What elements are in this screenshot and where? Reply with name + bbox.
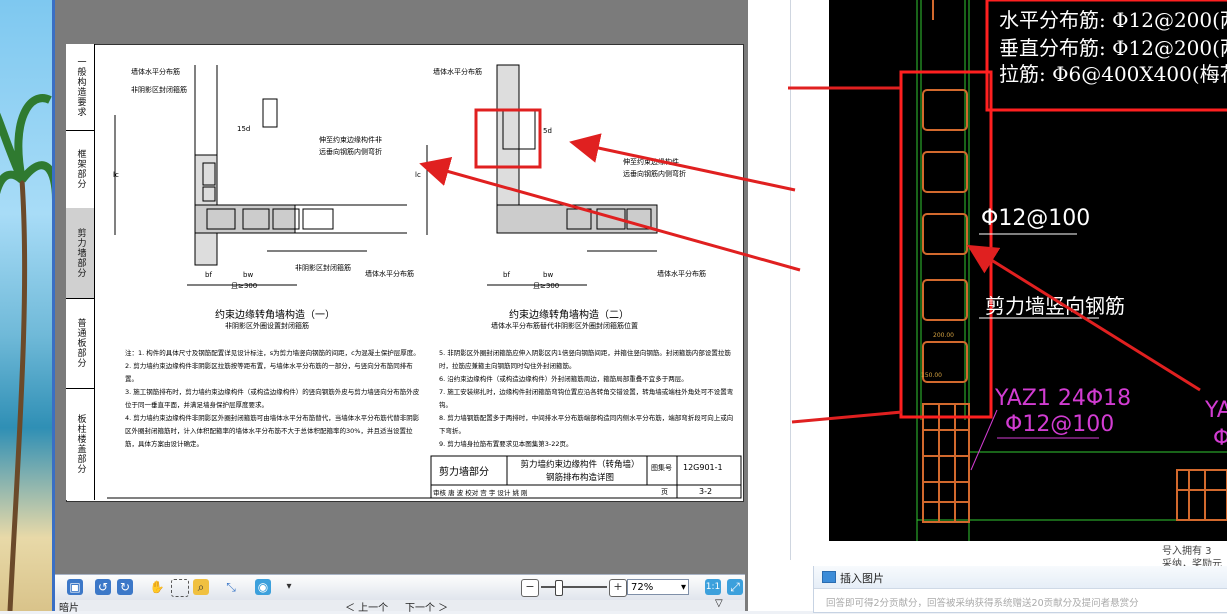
- titleblock-atlas-no: 12G901-1: [683, 463, 723, 472]
- zoom-slider-track[interactable]: [541, 586, 607, 588]
- titleblock-name-1: 剪力墙约束边缘构件（转角墙）: [520, 460, 640, 470]
- dim-5d: 5d: [543, 127, 552, 135]
- label-alt-left: 伸至约束边缘构件非: [319, 136, 382, 144]
- cad-vertical-rebar-label: 剪力墙竖向钢筋: [985, 294, 1125, 318]
- titleblock-name-2: 钢筋排布构造详图: [545, 473, 614, 483]
- rotate-left-icon[interactable]: ↺: [95, 579, 111, 595]
- dim-lc-right: lc: [415, 171, 421, 179]
- dim-ge300-right: 且≥300: [533, 282, 560, 290]
- titleblock-page-label: 页: [661, 488, 668, 496]
- drawing-left-title: 约束边缘转角墙构造（一）: [215, 310, 335, 321]
- viewer-statusbar: 暗片 ＜ 上一个 下一个 ＞ ▽: [55, 598, 745, 614]
- notes-right: 5. 非阴影区外圈封闭箍筋应伸入阴影区内1倍竖向钢筋间距，并箍住竖向钢筋。封闭箍…: [439, 347, 735, 451]
- desktop-wallpaper: [0, 0, 56, 611]
- fit-window-icon[interactable]: ⤢: [727, 579, 743, 595]
- next-button[interactable]: 下一个 ＞: [405, 599, 448, 614]
- label-alt-right: 伸至约束边缘构件: [623, 158, 679, 166]
- side-tab-frame[interactable]: 框架部分: [66, 130, 94, 209]
- note-item: 9. 剪力墙身拉筋布置要求见本图集第3-22页。: [439, 440, 573, 448]
- actual-size-icon[interactable]: 1:1: [705, 579, 721, 595]
- cad-screenshot: 水平分布筋: Φ12@200(两排 垂直分布筋: Φ12@200(两排 拉筋: …: [829, 0, 1227, 541]
- cad-yaz-stirrup-label: Φ12@100: [1005, 412, 1115, 437]
- dim-bf-right: bf: [503, 271, 510, 279]
- label-horiz-rebar-left: 墙体水平分布筋: [131, 68, 180, 76]
- image-icon: [822, 571, 836, 583]
- drawing-page: 墙体水平分布筋 非阴影区封闭箍筋 伸至约束边缘构件非 远垂向钢筋内侧弯折 非阴影…: [66, 44, 744, 502]
- zoom-in-button[interactable]: +: [609, 579, 627, 597]
- rotate-right-icon[interactable]: ↻: [117, 579, 133, 595]
- cad-phi-label: Φ12@100: [981, 206, 1091, 231]
- dim-15d: 15d: [237, 125, 251, 133]
- answer-hint-text[interactable]: 回答即可得2分贡献分，回答被采纳获得系统赠送20贡献分及提问者悬赏分: [826, 595, 1139, 609]
- cad-ya-right-label: YA: [1205, 398, 1227, 423]
- drawing-left-subtitle: 非阴影区外圈设置封闭箍筋: [225, 322, 309, 330]
- note-item: 8. 剪力墙钢筋配置多于两排时，中间排水平分布筋端部构造同内侧水平分布筋，端部弯…: [439, 414, 734, 435]
- label-wall-horiz-left: 墙体水平分布筋: [365, 270, 414, 278]
- cad-tie-text: 拉筋: Φ6@400X400(梅花布: [999, 62, 1227, 86]
- zoom-select[interactable]: 72% ▾: [627, 579, 689, 595]
- titleblock-review-row: 审核 唐 波 校对 宫 宇 设计 姚 刚: [433, 489, 528, 497]
- label-alt2-left: 远垂向钢筋内侧弯折: [319, 148, 382, 156]
- drawing-right-subtitle: 墙体水平分布筋替代非阴影区外圈封闭箍筋位置: [491, 322, 638, 330]
- palm-tree-icon: [0, 94, 56, 611]
- cad-highlight-box: [899, 70, 993, 419]
- label-horiz-rebar-right: 墙体水平分布筋: [433, 68, 482, 76]
- zoom-out-button[interactable]: −: [521, 579, 539, 597]
- side-tabs: 一般构造要求 框架部分 剪力墙部分 普通板部分 板柱楼盖部分: [66, 44, 95, 500]
- viewer-toolbar: ▣ ↺ ↻ ✋ ⌕ ⤡ ◉ ▾ − + 72% ▾ 1:1 ⤢: [55, 574, 745, 601]
- note-item: 4. 剪力墙约束边缘构件非阴影区外圈封闭箍筋可由墙体水平分布筋替代，当墙体水平分…: [125, 414, 420, 448]
- chevron-down-icon: ▾: [680, 582, 686, 593]
- hand-tool-icon[interactable]: ✋: [149, 579, 165, 595]
- prev-button[interactable]: ＜ 上一个: [345, 599, 388, 614]
- side-tab-slab[interactable]: 普通板部分: [66, 298, 94, 389]
- note-item: 6. 沿约束边缘构件（或构造边缘构件）外封闭箍筋周边，箍筋局部重叠不宜多于两层。: [439, 375, 688, 383]
- fit-icon[interactable]: ⤡: [223, 579, 239, 595]
- cad-dim-1: 200.00: [933, 332, 954, 339]
- gallery-icon[interactable]: ▣: [67, 579, 83, 595]
- titleblock-atlas-label: 图集号: [651, 464, 672, 472]
- zoom-slider-handle[interactable]: [555, 580, 563, 596]
- dim-lc-left: lc: [113, 171, 119, 179]
- titleblock-section: 剪力墙部分: [439, 467, 489, 478]
- page-divider: [790, 0, 791, 560]
- label-alt2-right: 远垂向钢筋内侧弯折: [623, 170, 686, 178]
- label-nonshade2-left: 非阴影区封闭箍筋: [295, 264, 351, 272]
- side-tab-general[interactable]: 一般构造要求: [66, 44, 94, 131]
- status-left-text: 暗片: [59, 603, 79, 614]
- label-wall-horiz-right: 墙体水平分布筋: [657, 270, 706, 278]
- notes-left: 注：1. 构件的具体尺寸及钢筋配置详见设计标注，s为剪力墙竖向钢筋的间距，c为混…: [125, 347, 425, 451]
- label-nonshade-left: 非阴影区封闭箍筋: [131, 86, 187, 94]
- dropdown-icon[interactable]: ▾: [281, 579, 297, 595]
- insert-image-label[interactable]: 插入图片: [840, 570, 884, 586]
- cad-yaz-label: YAZ1 24Φ18: [995, 386, 1132, 411]
- note-item: 7. 施工安装绑扎时，边缘构件封闭箍筋弯钩位置应沿各转角交错设置，转角墙或端柱外…: [439, 388, 734, 409]
- insert-image-bar[interactable]: 插入图片: [814, 566, 1227, 589]
- drawing-right-title: 约束边缘转角墙构造（二）: [509, 310, 629, 321]
- dim-bf-left: bf: [205, 271, 212, 279]
- globe-icon[interactable]: ◉: [255, 579, 271, 595]
- collapse-icon[interactable]: ▽: [715, 598, 723, 609]
- dim-bw-left: bw: [243, 271, 254, 279]
- note-item: 5. 非阴影区外圈封闭箍筋应伸入阴影区内1倍竖向钢筋间距，并箍住竖向钢筋。封闭箍…: [439, 349, 731, 370]
- cad-phi-right-label: Φ: [1213, 426, 1227, 451]
- note-item: 2. 剪力墙约束边缘构件非阴影区拉筋按等距布置，与墙体水平分布筋的一部分，与竖向…: [125, 362, 413, 383]
- select-tool-icon[interactable]: [171, 579, 189, 597]
- zoom-tool-icon[interactable]: ⌕: [193, 579, 209, 595]
- note-item: 3. 施工钢筋排布时，剪力墙约束边缘构件（或构造边缘构件）的竖向钢筋外皮与剪力墙…: [125, 388, 420, 409]
- cad-horiz-rebar-text: 水平分布筋: Φ12@200(两排: [999, 8, 1227, 32]
- cad-dim-2: 150.00: [921, 372, 942, 379]
- cad-vert-rebar-text: 垂直分布筋: Φ12@200(两排: [999, 36, 1227, 60]
- note-item: 注：1. 构件的具体尺寸及钢筋配置详见设计标注，s为剪力墙竖向钢筋的间距，c为混…: [125, 349, 420, 357]
- dim-ge300-left: 且≥300: [231, 282, 258, 290]
- titleblock-page-no: 3-2: [699, 487, 713, 496]
- side-tab-shear-wall[interactable]: 剪力墙部分: [66, 208, 94, 299]
- side-tab-flat-slab[interactable]: 板柱楼盖部分: [66, 388, 94, 500]
- dim-bw-right: bw: [543, 271, 554, 279]
